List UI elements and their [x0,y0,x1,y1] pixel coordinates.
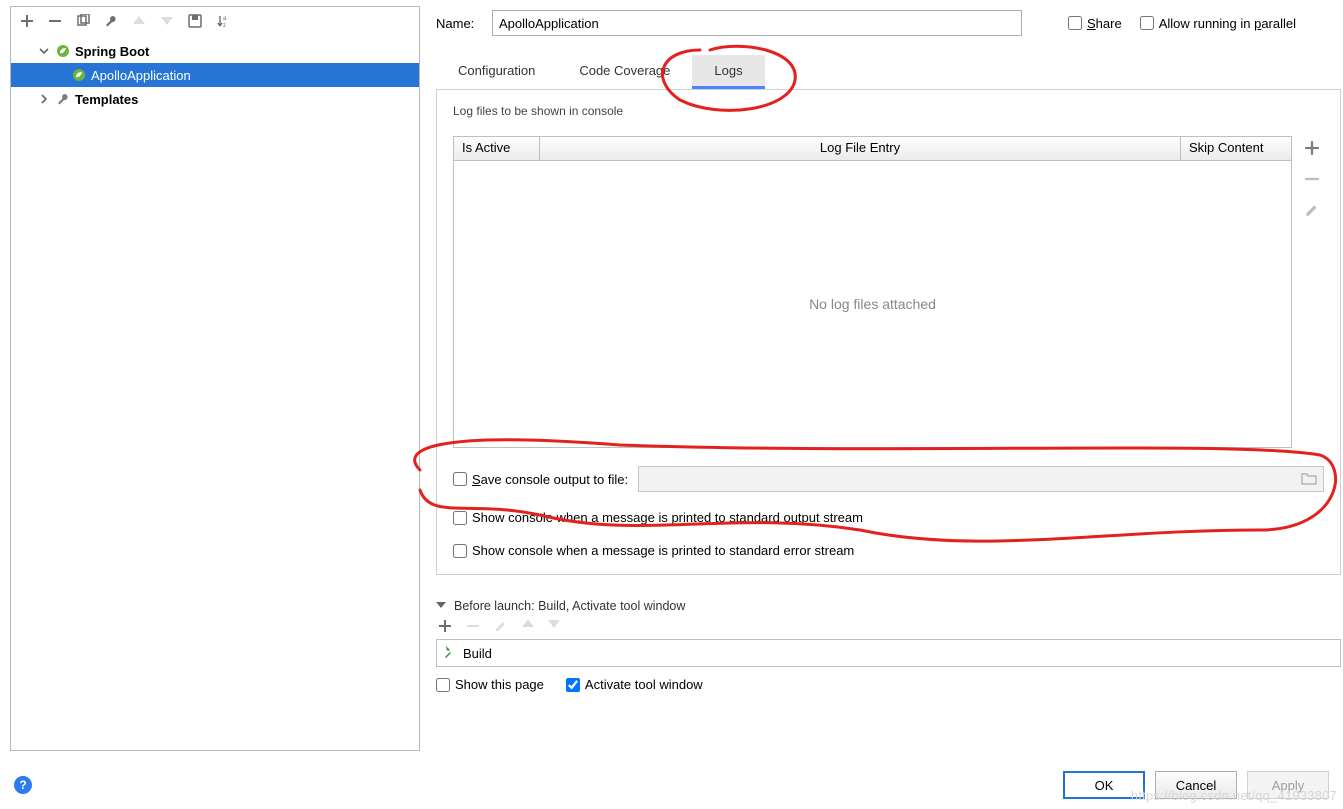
before-launch-item-label: Build [463,646,492,661]
tab-configuration[interactable]: Configuration [436,55,557,89]
before-launch-header[interactable]: Before launch: Build, Activate tool wind… [436,599,1341,613]
edit-task-icon[interactable] [494,619,508,633]
before-launch-list[interactable]: Build [436,639,1341,667]
allow-parallel-checkbox[interactable]: Allow running in parallel [1140,16,1296,31]
hammer-icon [443,645,457,662]
show-this-page-checkbox[interactable]: Show this page [436,677,544,692]
log-files-table: Is Active Log File Entry Skip Content No… [453,136,1292,448]
help-icon[interactable]: ? [14,776,32,794]
col-log-file-entry[interactable]: Log File Entry [540,137,1181,160]
col-skip-content[interactable]: Skip Content [1181,137,1291,160]
config-name-input[interactable] [492,10,1022,36]
tree-label: Templates [75,92,138,107]
apply-button: Apply [1247,771,1329,799]
tree-toolbar: az [11,7,419,35]
remove-task-icon[interactable] [466,619,480,633]
before-launch-section: Before launch: Build, Activate tool wind… [436,599,1341,692]
move-up-icon[interactable] [522,619,534,633]
tree-label: ApolloApplication [91,68,191,83]
remove-log-icon[interactable] [1304,171,1320,190]
wrench-icon[interactable] [103,13,119,29]
tab-code-coverage[interactable]: Code Coverage [557,55,692,89]
add-task-icon[interactable] [438,619,452,633]
browse-folder-icon[interactable] [1301,471,1317,488]
sort-icon[interactable]: az [215,13,231,29]
tree-node-spring-boot[interactable]: Spring Boot [11,39,419,63]
spring-leaf-icon [55,43,71,59]
move-down-icon[interactable] [548,619,560,633]
tree-label: Spring Boot [75,44,149,59]
col-is-active[interactable]: Is Active [454,137,540,160]
svg-text:a: a [223,16,227,22]
configurations-tree-panel: az Spring Boot ApolloApplication Templat… [10,6,420,751]
save-console-output-checkbox[interactable]: Save console output to file: [453,472,628,487]
activate-tool-window-checkbox[interactable]: Activate tool window [566,677,703,692]
wrench-icon [55,91,71,107]
svg-text:z: z [223,23,226,28]
add-icon[interactable] [19,13,35,29]
share-checkbox[interactable]: Share [1068,16,1122,31]
tree-node-templates[interactable]: Templates [11,87,419,111]
console-output-file-input[interactable] [638,466,1324,492]
move-up-icon[interactable] [131,13,147,29]
logs-panel: Log files to be shown in console Is Acti… [436,90,1341,575]
ok-button[interactable]: OK [1063,771,1145,799]
log-files-label: Log files to be shown in console [453,104,1324,118]
chevron-down-icon [436,599,446,613]
chevron-right-icon [37,92,51,106]
show-console-stderr-checkbox[interactable]: Show console when a message is printed t… [453,543,1324,558]
config-editor: Name: Share Allow running in parallel Co… [420,0,1343,761]
spring-leaf-icon [71,67,87,83]
edit-log-icon[interactable] [1304,202,1320,221]
add-log-icon[interactable] [1304,140,1320,159]
copy-icon[interactable] [75,13,91,29]
remove-icon[interactable] [47,13,63,29]
tree-node-apollo-application[interactable]: ApolloApplication [11,63,419,87]
save-template-icon[interactable] [187,13,203,29]
cancel-button[interactable]: Cancel [1155,771,1237,799]
move-down-icon[interactable] [159,13,175,29]
table-empty-text: No log files attached [454,161,1291,447]
tab-bar: Configuration Code Coverage Logs [436,54,1341,90]
show-console-stdout-checkbox[interactable]: Show console when a message is printed t… [453,510,1324,525]
chevron-down-icon [37,44,51,58]
config-tree: Spring Boot ApolloApplication Templates [11,35,419,750]
name-label: Name: [436,16,482,31]
tab-logs[interactable]: Logs [692,55,764,89]
